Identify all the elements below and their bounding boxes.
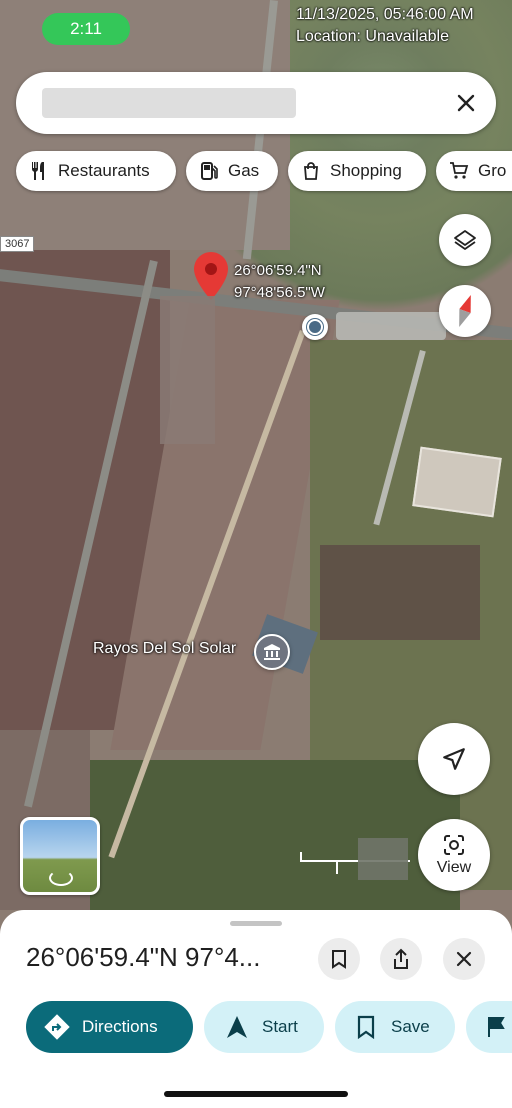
search-bar[interactable] (16, 72, 496, 134)
timestamp-overlay: 11/13/2025, 05:46:00 AM Location: Unavai… (296, 4, 510, 48)
chip-restaurants-label: Restaurants (58, 161, 150, 180)
my-location-button[interactable] (418, 723, 490, 795)
home-indicator (164, 1091, 348, 1097)
blurred-region (160, 296, 215, 444)
close-icon (456, 951, 472, 967)
solar-structure (412, 446, 502, 518)
search-query-blurred (42, 88, 296, 118)
scale-blur (358, 838, 408, 880)
road-label: 3067 (0, 236, 35, 252)
place-title: 26°06'59.4"N 97°4... (26, 942, 261, 972)
chip-groceries-label: Gro (478, 161, 507, 180)
share-icon (394, 948, 408, 969)
save-icon-button[interactable] (318, 938, 360, 980)
close-sheet-button[interactable] (443, 938, 485, 980)
view-lens-button[interactable]: View (418, 819, 490, 891)
save-label: Save (391, 1017, 430, 1036)
chip-gas[interactable]: Gas (186, 151, 278, 191)
bookmark-icon (357, 1015, 375, 1039)
pin-longitude: 97°48'56.5"W (234, 284, 325, 301)
street-view-rotate-icon (49, 870, 73, 886)
blurred-label (336, 312, 446, 340)
flag-icon (488, 1017, 505, 1037)
timestamp-text: 11/13/2025, 05:46:00 AM (296, 6, 474, 23)
close-icon (457, 94, 475, 112)
flag-label-button[interactable] (466, 1001, 512, 1053)
chip-gas-label: Gas (228, 161, 260, 180)
compass-icon (459, 295, 471, 327)
bank-icon (264, 644, 280, 660)
share-button[interactable] (380, 938, 422, 980)
bookmark-icon (332, 950, 346, 969)
compass-button[interactable] (439, 285, 491, 337)
current-location-dot[interactable] (302, 314, 328, 340)
scale-tick (300, 852, 302, 862)
save-button[interactable]: Save (335, 1001, 455, 1053)
shopping-bag-icon (300, 160, 322, 182)
chip-shopping-label: Shopping (330, 161, 402, 180)
navigation-start-icon (227, 1016, 247, 1038)
close-search-button[interactable] (454, 91, 478, 115)
navigation-arrow-icon (443, 748, 465, 770)
street-view-thumbnail[interactable] (20, 817, 100, 895)
directions-button[interactable]: Directions (26, 1001, 193, 1053)
directions-label: Directions (82, 1017, 158, 1036)
start-button[interactable]: Start (204, 1001, 324, 1053)
gas-pump-icon (198, 160, 220, 182)
pin-icon (194, 252, 228, 300)
view-label: View (436, 859, 472, 876)
field-dirt (320, 545, 480, 640)
poi-marker[interactable] (254, 634, 290, 670)
layers-icon (454, 230, 476, 250)
fork-knife-icon (28, 160, 50, 182)
sheet-drag-handle[interactable] (230, 921, 282, 926)
lens-icon (444, 835, 464, 855)
location-status-text: Location: Unavailable (296, 28, 449, 45)
location-dot-inner (307, 319, 323, 335)
chip-restaurants[interactable]: Restaurants (16, 151, 176, 191)
scale-bar (300, 838, 410, 880)
cart-icon (448, 160, 470, 182)
time-pill: 2:11 (42, 13, 130, 45)
scale-tick-mid (336, 860, 338, 874)
start-label: Start (262, 1017, 298, 1036)
poi-label[interactable]: Rayos Del Sol Solar (93, 640, 236, 658)
pin-latitude: 26°06'59.4"N (234, 262, 322, 279)
directions-icon (44, 1014, 70, 1040)
layers-button[interactable] (439, 214, 491, 266)
pin-coordinates: 26°06'59.4"N 97°48'56.5"W (234, 260, 325, 304)
chip-shopping[interactable]: Shopping (288, 151, 426, 191)
chip-groceries[interactable]: Gro (436, 151, 512, 191)
location-pin[interactable] (194, 252, 228, 300)
